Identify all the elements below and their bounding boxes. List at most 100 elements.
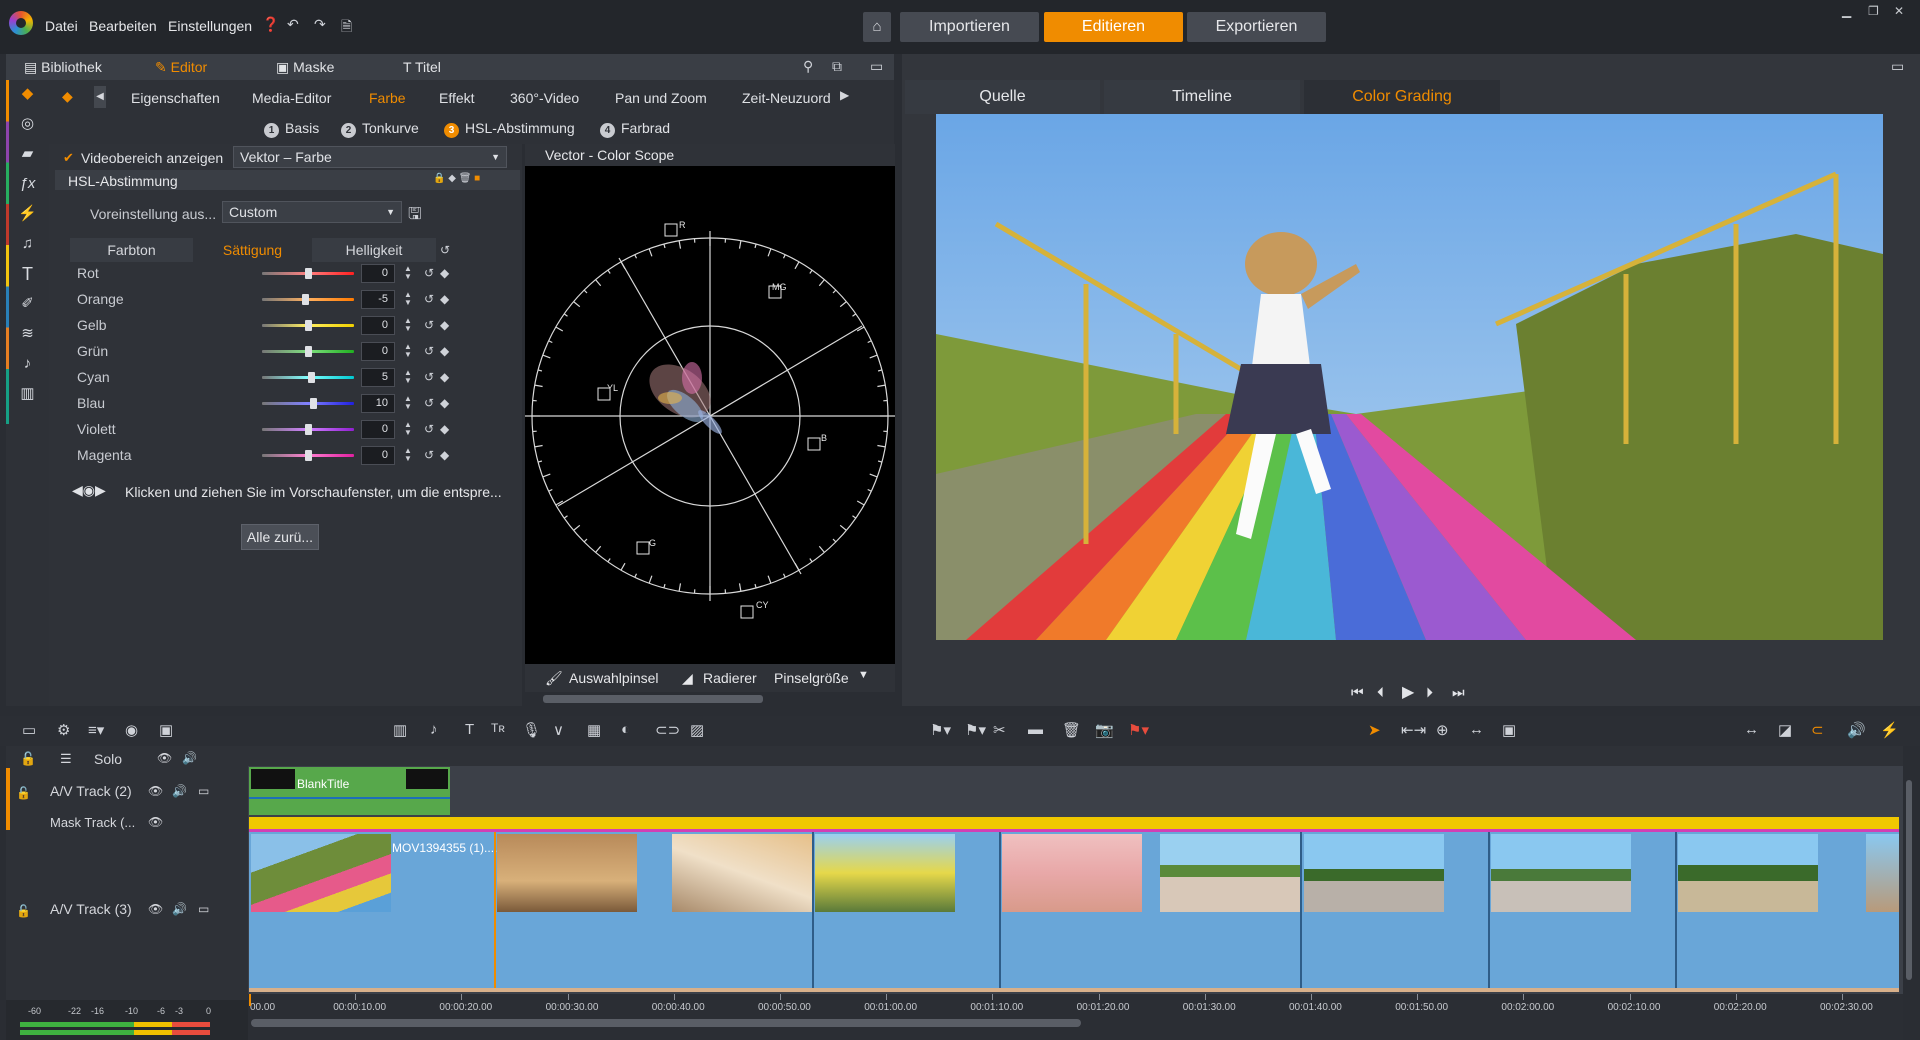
pin-icon[interactable]: ⚲ (803, 58, 813, 75)
lightning-icon[interactable]: ⚡ (6, 200, 49, 228)
slider-knob[interactable] (307, 372, 315, 383)
spin-arrows-icon[interactable]: ▲ ▼ (404, 395, 412, 411)
tab-editor[interactable]: ✎ Editor (155, 59, 207, 76)
saturation-value-input[interactable]: 0 (361, 446, 395, 465)
selection-brush-button[interactable]: Auswahlpinsel (569, 670, 659, 686)
film-icon[interactable]: ▥ (6, 380, 49, 408)
transition-icon[interactable]: ◪ (1778, 721, 1792, 739)
reset-icon[interactable]: ↺ (424, 396, 434, 410)
playhead[interactable] (249, 994, 251, 1006)
subtab-pan-zoom[interactable]: Pan und Zoom (615, 90, 707, 106)
preset-dropdown[interactable]: Custom ▼ (222, 201, 402, 223)
spin-arrows-icon[interactable]: ▲ ▼ (404, 369, 412, 385)
reset-icon[interactable]: ↺ (424, 448, 434, 462)
scope-scrollbar[interactable] (525, 692, 895, 706)
tab-title[interactable]: T Titel (403, 59, 441, 75)
scroll-left-icon[interactable]: ◀ (94, 86, 106, 108)
pointer-tool-icon[interactable]: ➤ (1368, 721, 1381, 739)
step-basis[interactable]: 1 Basis (264, 120, 319, 138)
stabilize-icon[interactable]: ▨ (690, 721, 704, 739)
delete-icon[interactable]: 🗑 (1062, 721, 1081, 739)
import-mode-button[interactable]: Importieren (900, 12, 1039, 42)
step-back-icon[interactable]: ⏴ (1377, 684, 1384, 701)
export-mode-button[interactable]: Exportieren (1187, 12, 1326, 42)
reset-all-button[interactable]: Alle zurü... (241, 524, 319, 550)
saturation-value-input[interactable]: 0 (361, 420, 395, 439)
saturation-slider[interactable] (262, 402, 354, 405)
slip-tool-icon[interactable]: ⇤⇥ (1401, 721, 1426, 739)
monitor-icon[interactable]: ▭ (198, 902, 209, 916)
slider-knob[interactable] (305, 424, 312, 435)
menu-file[interactable]: Datei (45, 18, 78, 34)
disc-icon[interactable]: ◉ (125, 721, 138, 739)
audio-scrub-icon[interactable]: 🔊 (1847, 721, 1866, 739)
keyframe-icon[interactable]: ◆ (440, 422, 449, 436)
saturation-value-input[interactable]: 5 (361, 368, 395, 387)
video-preview[interactable] (936, 114, 1883, 640)
subtab-media-editor[interactable]: Media-Editor (252, 90, 331, 106)
close-icon[interactable]: ✕ (1894, 4, 1904, 18)
restore-icon[interactable]: ❐ (1868, 4, 1879, 18)
saturation-value-input[interactable]: 0 (361, 316, 395, 335)
keyframe-icon[interactable]: ◆ (440, 396, 449, 410)
subtab-360-video[interactable]: 360°-Video (510, 90, 579, 106)
detach-icon[interactable]: ⧉ (832, 58, 842, 75)
keyframe-icon[interactable]: ◆ (440, 292, 449, 306)
record-marker-icon[interactable]: ⚑▾ (1128, 721, 1149, 739)
lock-icon[interactable]: 🔓 (16, 786, 31, 800)
mask-track-bar[interactable] (249, 817, 1899, 829)
transitions-icon[interactable]: ▰ (6, 140, 49, 168)
track-2-name[interactable]: A/V Track (2) (50, 783, 132, 799)
tab-mask[interactable]: ▣ Maske (276, 59, 334, 76)
subtab-time-remap[interactable]: Zeit-Neuzuord (742, 90, 831, 106)
reset-icon[interactable]: ↺ (424, 344, 434, 358)
timeline-view-icon[interactable]: ▭ (22, 721, 36, 739)
keyframe-icon[interactable]: ◆ (440, 318, 449, 332)
reset-icon[interactable]: ↺ (424, 422, 434, 436)
slider-knob[interactable] (305, 450, 312, 461)
tab-color-grading[interactable]: Color Grading (1304, 80, 1500, 114)
spin-arrows-icon[interactable]: ▲ ▼ (404, 291, 412, 307)
brush-size-slider-icon[interactable]: ▼ (858, 669, 869, 681)
keyframe-icon[interactable]: ◆ (440, 344, 449, 358)
saturation-value-input[interactable]: -5 (361, 290, 395, 309)
step-color-wheel[interactable]: 4 Farbrad (600, 120, 670, 138)
eye-icon[interactable]: 👁 (148, 815, 163, 829)
spin-arrows-icon[interactable]: ▲ ▼ (404, 447, 412, 463)
timeline-settings-icon[interactable]: ⚙ (57, 721, 70, 739)
tab-source[interactable]: Quelle (905, 80, 1100, 114)
timeline-ruler[interactable] (248, 994, 1903, 1040)
edit-mode-button[interactable]: Editieren (1044, 12, 1183, 42)
solo-label[interactable]: Solo (94, 751, 122, 767)
marker-in-icon[interactable]: ⚑▾ (930, 721, 951, 739)
audio-tools-icon[interactable]: ♪ (430, 721, 438, 738)
col-saturation[interactable]: Sättigung (195, 238, 310, 262)
storyboard-icon[interactable]: ▣ (159, 721, 173, 739)
track-list-icon[interactable]: ☰ (60, 751, 72, 767)
reset-icon[interactable]: ↺ (424, 292, 434, 306)
properties-icon[interactable]: ◆ (6, 80, 49, 108)
effects-fx-icon[interactable]: ƒx (6, 170, 49, 198)
slider-knob[interactable] (309, 398, 317, 409)
tab-timeline[interactable]: Timeline (1104, 80, 1300, 114)
subtab-effect[interactable]: Effekt (439, 90, 475, 106)
scope-type-dropdown[interactable]: Vektor – Farbe ▼ (233, 146, 507, 168)
tab-library[interactable]: ▤ Bibliothek (24, 59, 102, 76)
timeline-vscroll-thumb[interactable] (1906, 780, 1912, 980)
text-icon[interactable]: T (6, 260, 49, 288)
go-to-end-icon[interactable]: ⏭ (1452, 684, 1465, 701)
save-preset-icon[interactable]: 🖫 (408, 203, 422, 230)
title-tool-icon[interactable]: T (465, 721, 474, 738)
ripple-icon[interactable]: ↔ (1744, 721, 1759, 738)
slider-knob[interactable] (305, 268, 312, 279)
layers-icon[interactable]: ≋ (6, 320, 49, 348)
saturation-value-input[interactable]: 0 (361, 264, 395, 283)
slide-tool-icon[interactable]: ⊕ (1436, 721, 1449, 739)
magnet-icon[interactable]: ⊂ (1811, 721, 1824, 739)
keyframe-icon[interactable]: ◆ (440, 448, 449, 462)
split-icon[interactable]: ✂ (993, 721, 1006, 739)
title-clip[interactable]: BlankTitle (249, 767, 450, 815)
eyedropper-target-icon[interactable]: ◀◉▶ (72, 482, 106, 499)
spin-arrows-icon[interactable]: ▲ ▼ (404, 317, 412, 333)
layout-icon[interactable]: ▭ (870, 58, 883, 75)
